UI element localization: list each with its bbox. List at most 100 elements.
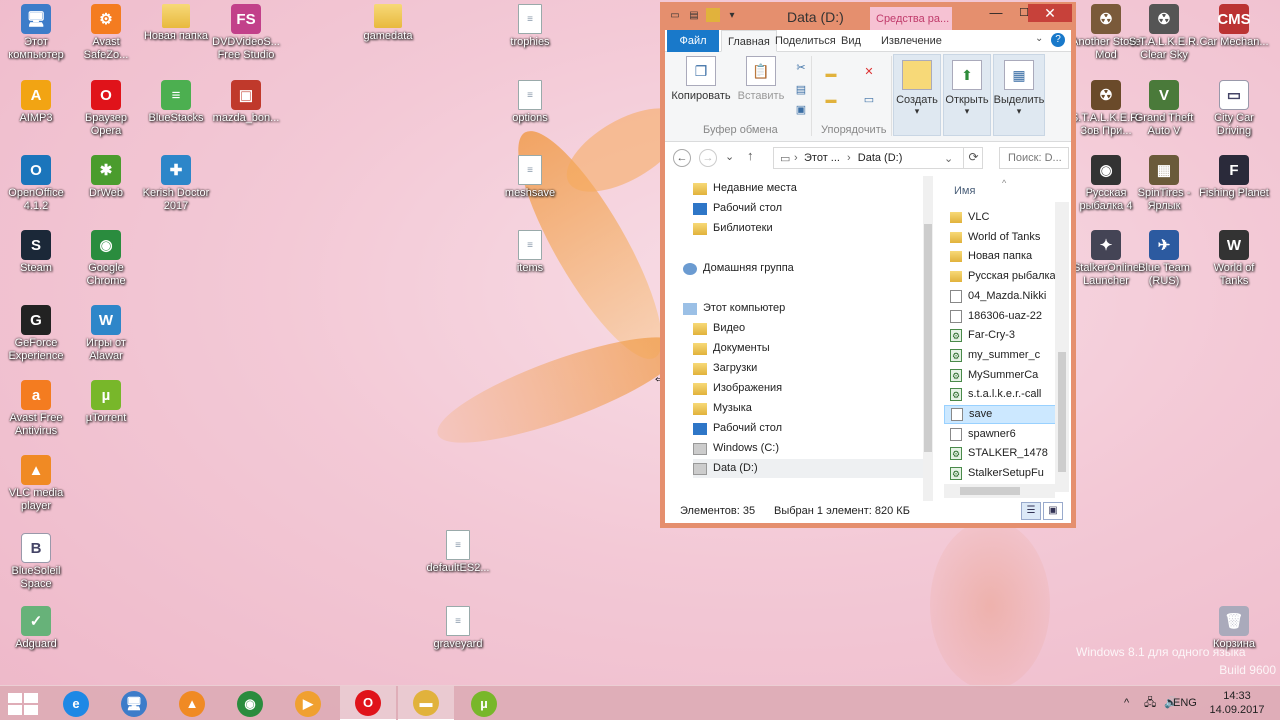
desktop-icon[interactable]: 🖥 Этот компьютер bbox=[0, 4, 72, 62]
taskbar-computer-button[interactable]: 🖥 bbox=[106, 686, 162, 720]
rename-icon[interactable]: ▭ bbox=[861, 92, 877, 108]
create-button[interactable]: Создать ▾ bbox=[893, 58, 941, 117]
file-row[interactable]: VLC bbox=[944, 208, 1056, 227]
desktop-icon[interactable]: ⚙ Avast SafeZo... bbox=[70, 4, 142, 62]
file-row[interactable]: ⚙ Far-Cry-3 bbox=[944, 326, 1056, 345]
window-menu-icon[interactable]: ▭ bbox=[668, 8, 682, 22]
delete-icon[interactable]: ✕ bbox=[861, 64, 877, 80]
breadcrumb-data-d[interactable]: Data (D:) bbox=[858, 152, 903, 164]
nav-item[interactable]: Рабочий стол bbox=[693, 199, 782, 218]
desktop-icon[interactable]: W Игры от Alawar bbox=[70, 305, 142, 363]
desktop-icon[interactable]: ✓ Adguard bbox=[0, 606, 72, 651]
chevron-down-icon[interactable]: ⌄ bbox=[1035, 33, 1043, 44]
close-button[interactable]: ✕ bbox=[1028, 4, 1072, 22]
up-button[interactable]: ↑ bbox=[747, 148, 754, 163]
nav-item[interactable]: Домашняя группа bbox=[683, 259, 794, 278]
file-row[interactable]: Новая папка bbox=[944, 247, 1056, 266]
desktop-icon[interactable]: µ µTorrent bbox=[70, 380, 142, 425]
help-icon[interactable]: ? bbox=[1051, 33, 1065, 47]
desktop-icon[interactable]: O Браузер Opera bbox=[70, 80, 142, 138]
explorer-window[interactable]: ▭ ▤ ▾ Data (D:) Средства ра... — ☐ ✕ Фай… bbox=[660, 2, 1076, 528]
new-folder-icon[interactable] bbox=[706, 8, 720, 22]
copy-path-icon[interactable]: ▤ bbox=[793, 82, 809, 98]
taskbar-media-button[interactable]: ▶ bbox=[280, 686, 336, 720]
nav-item[interactable]: Недавние места bbox=[693, 179, 797, 198]
search-input[interactable]: Поиск: D... bbox=[999, 147, 1069, 169]
desktop-icon[interactable]: B BlueSoleil Space bbox=[0, 533, 72, 591]
cut-icon[interactable]: ✂ bbox=[793, 60, 809, 76]
taskbar-opera-button[interactable]: O bbox=[340, 686, 396, 720]
nav-item[interactable]: Библиотеки bbox=[693, 219, 773, 238]
navigation-pane[interactable]: Недавние места Рабочий стол Библиотеки Дома… bbox=[665, 176, 933, 501]
select-button[interactable]: ▦ Выделить ▾ bbox=[993, 58, 1045, 117]
refresh-button[interactable]: ⟳ bbox=[963, 147, 983, 169]
address-field[interactable]: ▭ › Этот ... › Data (D:) ⌄ bbox=[773, 147, 983, 169]
desktop-icon[interactable]: ≡ BlueStacks bbox=[140, 80, 212, 125]
tab-extract[interactable]: Извлечение bbox=[875, 30, 948, 52]
file-row[interactable]: ⚙ s.t.a.l.k.e.r.-call bbox=[944, 385, 1056, 404]
desktop-icon[interactable]: ≡ items bbox=[494, 230, 566, 275]
forward-button[interactable]: → bbox=[699, 149, 717, 167]
nav-item[interactable]: Загрузки bbox=[693, 359, 757, 378]
paste-shortcut-icon[interactable]: ▣ bbox=[793, 102, 809, 118]
desktop-icon[interactable]: V Grand Theft Auto V bbox=[1128, 80, 1200, 138]
desktop-icon[interactable]: ≡ graveyard bbox=[422, 606, 494, 651]
desktop-icon[interactable]: CMS Car Mechan... bbox=[1198, 4, 1270, 49]
desktop-icon[interactable]: W World of Tanks bbox=[1198, 230, 1270, 288]
desktop-icon[interactable]: ≡ trophies bbox=[494, 4, 566, 49]
tools-context-tab[interactable]: Средства ра... bbox=[870, 7, 952, 30]
move-to-icon[interactable]: ▬ bbox=[823, 66, 839, 82]
desktop-icon[interactable]: ☢ S.T.A.L.K.E.R. Clear Sky bbox=[1128, 4, 1200, 62]
taskbar-vlc-button[interactable]: ▲ bbox=[164, 686, 220, 720]
nav-item[interactable]: Изображения bbox=[693, 379, 782, 398]
taskbar-utorrent-button[interactable]: µ bbox=[456, 686, 512, 720]
language-indicator[interactable]: ENG bbox=[1173, 686, 1197, 720]
desktop-icon[interactable]: G GeForce Experience bbox=[0, 305, 72, 363]
chevron-down-icon[interactable]: ⌄ bbox=[944, 152, 953, 165]
desktop-icon[interactable]: FS DVDVideoS... Free Studio bbox=[210, 4, 282, 62]
desktop-icon[interactable]: A AIMP3 bbox=[0, 80, 72, 125]
horizontal-scrollbar[interactable] bbox=[944, 484, 1055, 498]
column-header-name[interactable]: Имя ^ bbox=[944, 176, 1071, 202]
file-row[interactable]: ⚙ StalkerSetupFu bbox=[944, 464, 1056, 483]
desktop-icon[interactable]: ▦ SpinTires - Ярлык bbox=[1128, 155, 1200, 213]
large-icons-view-button[interactable]: ▣ bbox=[1043, 502, 1063, 520]
desktop-icon[interactable]: ≡ options bbox=[494, 80, 566, 125]
taskbar-explorer-button[interactable]: ▬ bbox=[398, 686, 454, 720]
desktop-icon[interactable]: ✚ Kerish Doctor 2017 bbox=[140, 155, 212, 213]
paste-button[interactable]: 📋 Вставить bbox=[735, 54, 787, 102]
nav-item[interactable]: Data (D:) bbox=[693, 459, 933, 478]
file-row[interactable]: Русская рыбалка bbox=[944, 267, 1056, 286]
nav-item[interactable]: Windows (C:) bbox=[693, 439, 779, 458]
dropdown-icon[interactable]: ▾ bbox=[725, 8, 739, 22]
desktop-icon[interactable]: ▲ VLC media player bbox=[0, 455, 72, 513]
recent-locations-icon[interactable]: ⌄ bbox=[725, 150, 734, 163]
copy-button[interactable]: ❐ Копировать bbox=[671, 54, 731, 102]
desktop-icon[interactable]: F Fishing Planet bbox=[1198, 155, 1270, 200]
nav-scrollbar[interactable] bbox=[923, 176, 933, 501]
nav-item[interactable]: Рабочий стол bbox=[693, 419, 782, 438]
minimize-button[interactable]: — bbox=[982, 4, 1010, 22]
desktop-icon[interactable]: ▣ mazda_bon... bbox=[210, 80, 282, 125]
nav-item[interactable]: Этот компьютер bbox=[683, 299, 785, 318]
file-row[interactable]: ⚙ STALKER_1478 bbox=[944, 444, 1056, 463]
clock[interactable]: 14:33 14.09.2017 bbox=[1206, 689, 1268, 717]
desktop-icon[interactable]: ▭ City Car Driving bbox=[1198, 80, 1270, 138]
open-button[interactable]: ⬆ Открыть ▾ bbox=[943, 58, 991, 117]
file-row[interactable]: 186306-uaz-22 bbox=[944, 307, 1056, 326]
tab-share[interactable]: Поделиться bbox=[769, 30, 842, 52]
taskbar-ie-button[interactable]: e bbox=[48, 686, 104, 720]
scroll-thumb[interactable] bbox=[960, 487, 1020, 495]
properties-icon[interactable]: ▤ bbox=[687, 8, 701, 22]
nav-item[interactable]: Видео bbox=[693, 319, 745, 338]
desktop-icon[interactable]: ≡ defaultES2... bbox=[422, 530, 494, 575]
desktop-icon[interactable]: gamedata bbox=[352, 4, 424, 43]
scroll-thumb[interactable] bbox=[1058, 352, 1066, 472]
back-button[interactable]: ← bbox=[673, 149, 691, 167]
network-icon[interactable]: 🖧 bbox=[1144, 686, 1156, 720]
show-hidden-icons[interactable]: ^ bbox=[1124, 686, 1129, 720]
file-row[interactable]: ⚙ MySummerCa bbox=[944, 366, 1056, 385]
nav-item[interactable]: Музыка bbox=[693, 399, 752, 418]
tab-file[interactable]: Файл bbox=[667, 30, 719, 52]
desktop-icon[interactable]: ✱ DrWeb bbox=[70, 155, 142, 200]
